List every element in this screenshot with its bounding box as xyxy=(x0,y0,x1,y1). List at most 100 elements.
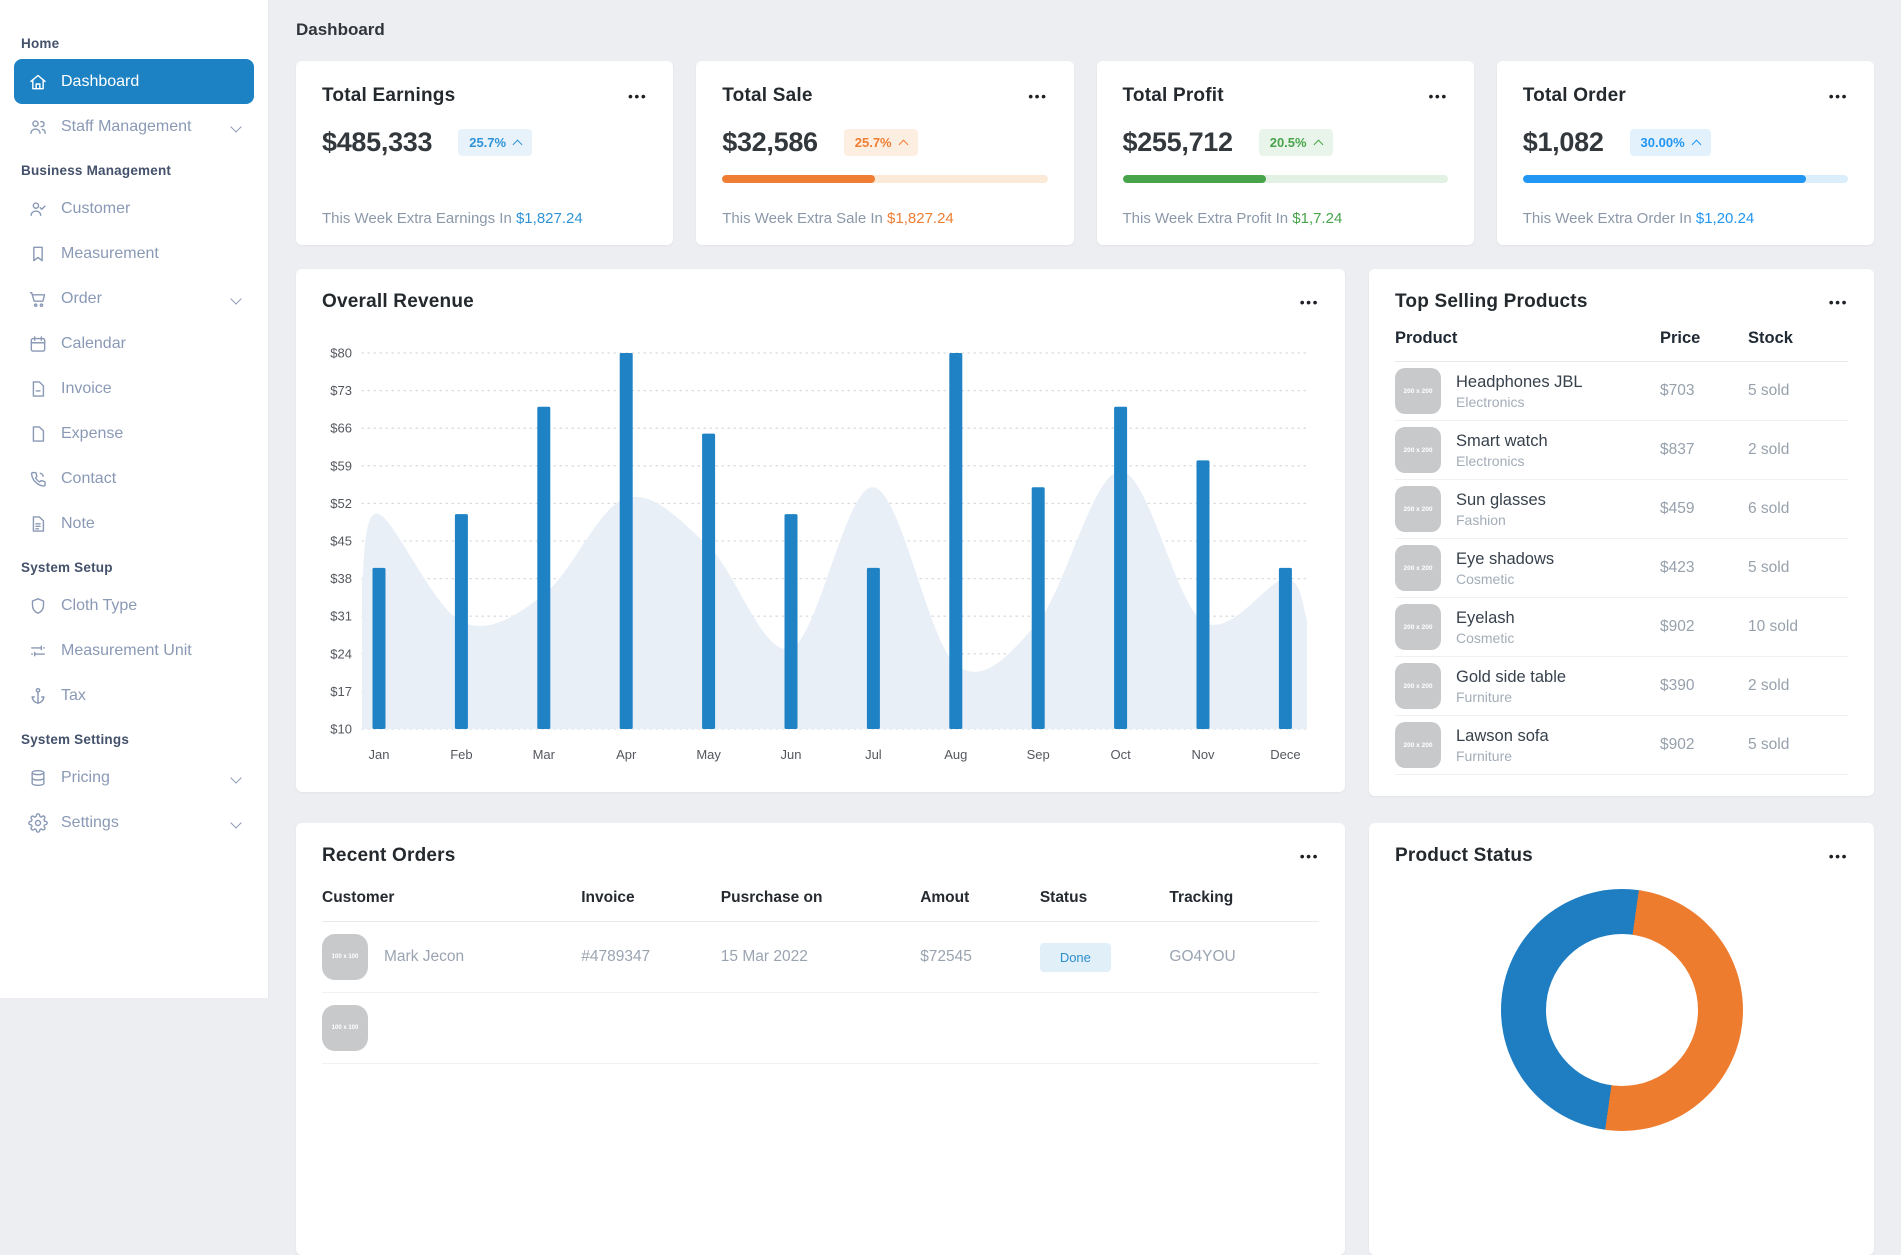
sidebar-item-measurement-unit[interactable]: Measurement Unit xyxy=(14,628,254,673)
more-options-icon[interactable]: ••• xyxy=(628,89,647,103)
donut-hole xyxy=(1545,934,1698,1086)
sidebar-item-order[interactable]: Order xyxy=(14,276,254,321)
order-tracking: GO4YOU xyxy=(1169,948,1236,965)
product-category: Electronics xyxy=(1456,393,1525,410)
column-header-pusrchase-on: Pusrchase on xyxy=(720,889,823,906)
more-options-icon[interactable]: ••• xyxy=(1829,849,1848,863)
more-options-icon[interactable]: ••• xyxy=(1300,295,1319,309)
product-row-headphones-jbl[interactable]: 200 x 200 Headphones JBL Electronics $70… xyxy=(1395,362,1848,421)
top-selling-products-card: Top Selling Products ••• Product Price Sto… xyxy=(1369,269,1874,796)
column-header-product: Product xyxy=(1395,329,1458,347)
sidebar-item-label: Contact xyxy=(61,469,117,487)
svg-text:Jun: Jun xyxy=(781,747,802,762)
stat-card-title: Total Sale xyxy=(722,85,813,106)
column-header-tracking: Tracking xyxy=(1169,889,1234,906)
product-status-title: Product Status xyxy=(1395,845,1533,866)
stat-footer-amount: $1,827.24 xyxy=(887,210,954,227)
product-row-smart-watch[interactable]: 200 x 200 Smart watch Electronics $837 2… xyxy=(1395,421,1848,480)
column-header-status: Status xyxy=(1039,889,1088,906)
order-row-partial-1[interactable]: 100 x 100 xyxy=(322,993,1319,1064)
sidebar-item-calendar[interactable]: Calendar xyxy=(14,321,254,366)
sidebar-item-settings[interactable]: Settings xyxy=(14,800,254,845)
order-row-mark-jecon[interactable]: 100 x 100 Mark Jecon #4789347 15 Mar 202… xyxy=(322,922,1319,993)
sidebar-item-note[interactable]: Note xyxy=(14,501,254,546)
stat-progress-bar xyxy=(1522,175,1848,183)
overall-revenue-title: Overall Revenue xyxy=(322,291,474,312)
order-invoice: #4789347 xyxy=(581,948,651,965)
stat-footer-amount: $1,827.24 xyxy=(515,210,583,227)
more-options-icon[interactable]: ••• xyxy=(1028,89,1047,103)
sidebar-item-contact[interactable]: Contact xyxy=(14,456,254,501)
product-row-eye-shadows[interactable]: 200 x 200 Eye shadows Cosmetic $423 5 so… xyxy=(1395,539,1848,598)
stat-card-total-profit: Total Profit ••• $255,712 20.5% This Wee… xyxy=(1096,61,1474,245)
svg-text:$31: $31 xyxy=(330,609,352,624)
product-image-placeholder: 200 x 200 xyxy=(1395,604,1441,650)
sidebar-item-pricing[interactable]: Pricing xyxy=(14,755,254,800)
product-row-lawson-sofa[interactable]: 200 x 200 Lawson sofa Furniture $902 5 s… xyxy=(1395,716,1848,775)
sidebar-item-label: Pricing xyxy=(61,768,110,786)
sidebar-item-dashboard[interactable]: Dashboard xyxy=(14,59,254,104)
products-table: Product Price Stock 200 x 200 Headphones J… xyxy=(1395,329,1848,775)
sidebar-section-label-system-setup: System Setup xyxy=(21,560,113,575)
more-options-icon[interactable]: ••• xyxy=(1829,89,1848,103)
sidebar-item-tax[interactable]: Tax xyxy=(14,673,254,718)
sidebar-item-invoice[interactable]: Invoice xyxy=(14,366,254,411)
product-stock: 5 sold xyxy=(1748,382,1790,399)
more-options-icon[interactable]: ••• xyxy=(1829,295,1848,309)
product-row-gold-side-table[interactable]: 200 x 200 Gold side table Furniture $390… xyxy=(1395,657,1848,716)
product-stock: 5 sold xyxy=(1748,559,1790,576)
sidebar-section-label-business-management: Business Management xyxy=(21,163,172,178)
contact-icon xyxy=(28,469,48,489)
product-category: Cosmetic xyxy=(1456,629,1515,646)
percent-change-badge: 25.7% xyxy=(458,129,533,156)
sidebar-item-label: Cloth Type xyxy=(61,596,138,614)
column-header-invoice: Invoice xyxy=(581,889,635,906)
stat-card-total-earnings: Total Earnings ••• $485,333 25.7% This W… xyxy=(296,61,674,245)
svg-text:Sep: Sep xyxy=(1027,747,1050,762)
stat-progress-bar xyxy=(722,175,1048,183)
chevron-up-icon xyxy=(512,139,523,150)
product-price: $703 xyxy=(1660,382,1695,399)
staff-icon xyxy=(28,117,48,137)
product-name: Headphones JBL xyxy=(1456,372,1583,391)
column-header-customer: Customer xyxy=(322,889,395,906)
product-stock: 6 sold xyxy=(1748,500,1790,517)
more-options-icon[interactable]: ••• xyxy=(1300,849,1319,863)
sidebar-item-label: Invoice xyxy=(61,379,112,397)
product-image-placeholder: 200 x 200 xyxy=(1395,663,1441,709)
sidebar-item-staff-management[interactable]: Staff Management xyxy=(14,104,254,149)
product-name: Lawson sofa xyxy=(1456,726,1549,745)
product-name: Sun glasses xyxy=(1456,490,1546,509)
product-stock: 10 sold xyxy=(1748,618,1798,635)
product-stock: 2 sold xyxy=(1748,441,1790,458)
product-row-sun-glasses[interactable]: 200 x 200 Sun glasses Fashion $459 6 sol… xyxy=(1395,480,1848,539)
more-options-icon[interactable]: ••• xyxy=(1429,89,1448,103)
home-icon xyxy=(28,72,48,92)
sidebar-item-label: Customer xyxy=(61,199,131,217)
product-category: Furniture xyxy=(1456,747,1513,764)
stat-card-total-sale: Total Sale ••• $32,586 25.7% This Week E… xyxy=(696,61,1074,245)
product-name: Smart watch xyxy=(1456,431,1548,450)
invoice-icon xyxy=(28,379,48,399)
product-row-eyelash[interactable]: 200 x 200 Eyelash Cosmetic $902 10 sold xyxy=(1395,598,1848,657)
svg-text:Jan: Jan xyxy=(369,747,390,762)
sidebar-item-measurement[interactable]: Measurement xyxy=(14,231,254,276)
note-icon xyxy=(28,514,48,534)
order-icon xyxy=(28,289,48,309)
sidebar-item-expense[interactable]: Expense xyxy=(14,411,254,456)
customer-icon xyxy=(28,199,48,219)
pricing-icon xyxy=(28,768,48,788)
sidebar: Home Dashboard Staff Management Business Ma… xyxy=(0,0,268,998)
column-header-amout: Amout xyxy=(920,889,970,906)
sidebar-item-cloth-type[interactable]: Cloth Type xyxy=(14,583,254,628)
stat-value: $32,586 xyxy=(722,127,818,157)
svg-text:$80: $80 xyxy=(330,346,352,361)
percent-change-badge: 30.00% xyxy=(1629,129,1711,156)
sidebar-item-customer[interactable]: Customer xyxy=(14,186,254,231)
stat-value: $485,333 xyxy=(322,127,433,157)
svg-text:$38: $38 xyxy=(330,571,352,586)
product-image-placeholder: 200 x 200 xyxy=(1395,427,1441,473)
top-selling-products-title: Top Selling Products xyxy=(1395,291,1588,312)
calendar-icon xyxy=(28,334,48,354)
cloth-type-icon xyxy=(28,596,48,616)
